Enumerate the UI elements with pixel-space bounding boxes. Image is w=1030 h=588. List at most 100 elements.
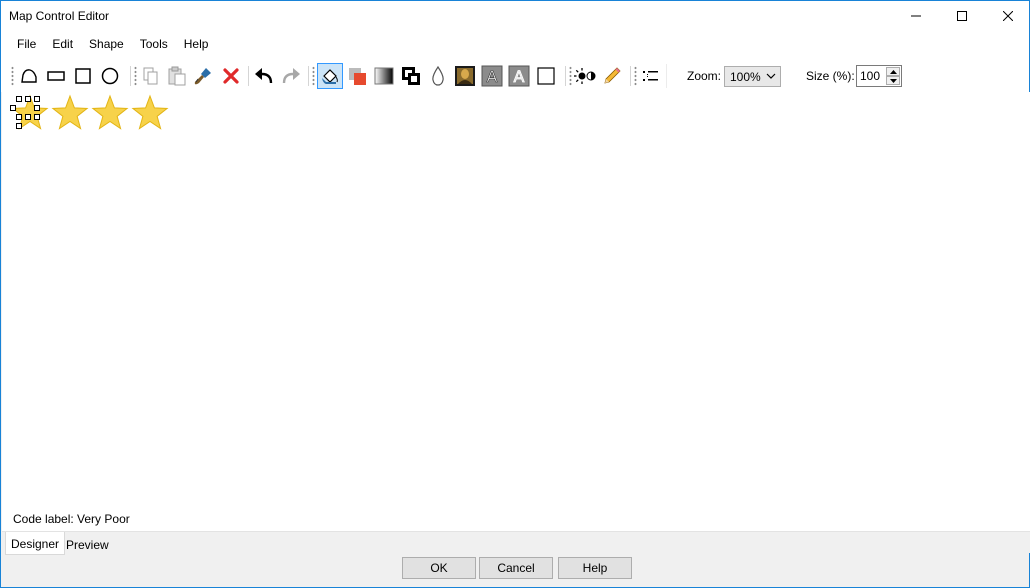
brightness-button[interactable] — [573, 64, 597, 88]
minimize-button[interactable] — [893, 1, 939, 31]
color-icon — [349, 68, 366, 85]
toolbar-divider — [666, 64, 667, 88]
copy-icon — [143, 67, 158, 85]
cancel-button[interactable]: Cancel — [479, 557, 553, 579]
toolbar-grip[interactable] — [569, 66, 572, 86]
size-field[interactable]: 100 — [856, 65, 902, 87]
design-canvas[interactable]: Code label: Very Poor — [2, 92, 1030, 531]
fill-button[interactable] — [317, 63, 343, 89]
size-spin-up-button[interactable] — [886, 67, 900, 76]
zoom-label: Zoom: — [687, 69, 722, 83]
gradient-icon — [374, 67, 394, 85]
code-label: Code label: Very Poor — [13, 512, 130, 526]
chevron-down-icon — [766, 73, 776, 79]
bring-to-front-button[interactable] — [399, 64, 423, 88]
undo-button[interactable] — [252, 64, 276, 88]
close-button[interactable] — [985, 1, 1030, 31]
toolbar-separator — [630, 66, 631, 86]
undo-icon — [255, 68, 273, 84]
selection-handle[interactable] — [25, 114, 31, 120]
selection-handle[interactable] — [34, 96, 40, 102]
delete-button[interactable] — [219, 64, 243, 88]
text-a-outline-icon: A — [508, 65, 530, 87]
redo-icon — [282, 68, 300, 84]
size-spin-down-button[interactable] — [886, 76, 900, 85]
copy-button[interactable] — [139, 64, 163, 88]
menu-shape[interactable]: Shape — [81, 33, 132, 55]
rectangle-tool-button[interactable] — [71, 64, 95, 88]
transparency-button[interactable] — [426, 64, 450, 88]
circle-tool-button[interactable] — [98, 64, 122, 88]
ellipse-shape-button[interactable] — [44, 64, 68, 88]
paste-button[interactable] — [165, 64, 189, 88]
arrow-down-icon — [890, 79, 897, 83]
image-button[interactable] — [453, 64, 477, 88]
format-painter-icon — [194, 68, 211, 85]
selection-handles[interactable] — [10, 96, 46, 132]
minimize-icon — [911, 15, 921, 17]
text-button[interactable]: A — [480, 64, 504, 88]
text-a-icon: A — [481, 65, 503, 87]
selection-handle[interactable] — [25, 96, 31, 102]
rectangle-tool-icon — [75, 68, 91, 84]
tab-preview[interactable]: Preview — [61, 534, 114, 556]
size-value: 100 — [860, 69, 881, 83]
text-outline-button[interactable]: A — [507, 64, 531, 88]
menu-file[interactable]: File — [9, 33, 44, 55]
star-icon — [131, 94, 169, 130]
paste-icon — [168, 66, 186, 86]
svg-text:A: A — [514, 67, 525, 86]
fill-icon — [322, 69, 338, 84]
pencil-button[interactable] — [600, 64, 624, 88]
border-button[interactable] — [534, 64, 558, 88]
window-title: Map Control Editor — [9, 9, 110, 23]
gradient-button[interactable] — [372, 64, 396, 88]
menu-tools[interactable]: Tools — [132, 33, 176, 55]
toolbar-grip[interactable] — [634, 66, 637, 86]
polygon-tool-icon — [21, 69, 37, 83]
ok-button[interactable]: OK — [402, 557, 476, 579]
ellipse-shape-icon — [47, 71, 65, 81]
toolbar: A A Zoom: 100% Size (%): 100 — [1, 56, 1029, 92]
toolbar-grip[interactable] — [312, 66, 315, 86]
view-tabs: Designer Preview — [2, 531, 1030, 556]
align-button[interactable] — [639, 64, 663, 88]
bring-to-front-icon — [402, 67, 420, 85]
zoom-select[interactable]: 100% — [724, 66, 781, 87]
selection-handle[interactable] — [34, 114, 40, 120]
svg-text:A: A — [487, 67, 498, 86]
selection-handle[interactable] — [16, 114, 22, 120]
color-button[interactable] — [345, 64, 369, 88]
title-bar: Map Control Editor — [1, 1, 1029, 31]
editor-window: Map Control Editor File Edit Shape Tools… — [0, 0, 1030, 588]
menu-edit[interactable]: Edit — [44, 33, 81, 55]
format-painter-button[interactable] — [191, 64, 215, 88]
selection-handle[interactable] — [16, 123, 22, 129]
size-label: Size (%): — [806, 69, 855, 83]
toolbar-separator — [130, 66, 131, 86]
toolbar-grip[interactable] — [11, 66, 14, 86]
maximize-icon — [957, 11, 967, 21]
arrow-up-icon — [890, 70, 897, 74]
toolbar-grip[interactable] — [134, 66, 137, 86]
selection-handle[interactable] — [10, 105, 16, 111]
circle-tool-icon — [101, 67, 119, 85]
star-icon — [51, 94, 89, 130]
star-icon — [91, 94, 129, 130]
maximize-button[interactable] — [939, 1, 985, 31]
selection-handle[interactable] — [16, 96, 22, 102]
menu-help[interactable]: Help — [176, 33, 217, 55]
tab-designer[interactable]: Designer — [5, 532, 66, 555]
help-button[interactable]: Help — [558, 557, 632, 579]
toolbar-separator — [565, 66, 566, 86]
menu-bar: File Edit Shape Tools Help — [1, 31, 1029, 56]
close-icon — [1003, 11, 1013, 21]
delete-icon — [223, 68, 239, 84]
border-icon — [537, 67, 555, 85]
zoom-value: 100% — [730, 70, 761, 84]
redo-button[interactable] — [279, 64, 303, 88]
selection-handle[interactable] — [34, 105, 40, 111]
transparency-icon — [432, 66, 444, 86]
polygon-tool-button[interactable] — [17, 64, 41, 88]
image-icon — [455, 66, 475, 86]
